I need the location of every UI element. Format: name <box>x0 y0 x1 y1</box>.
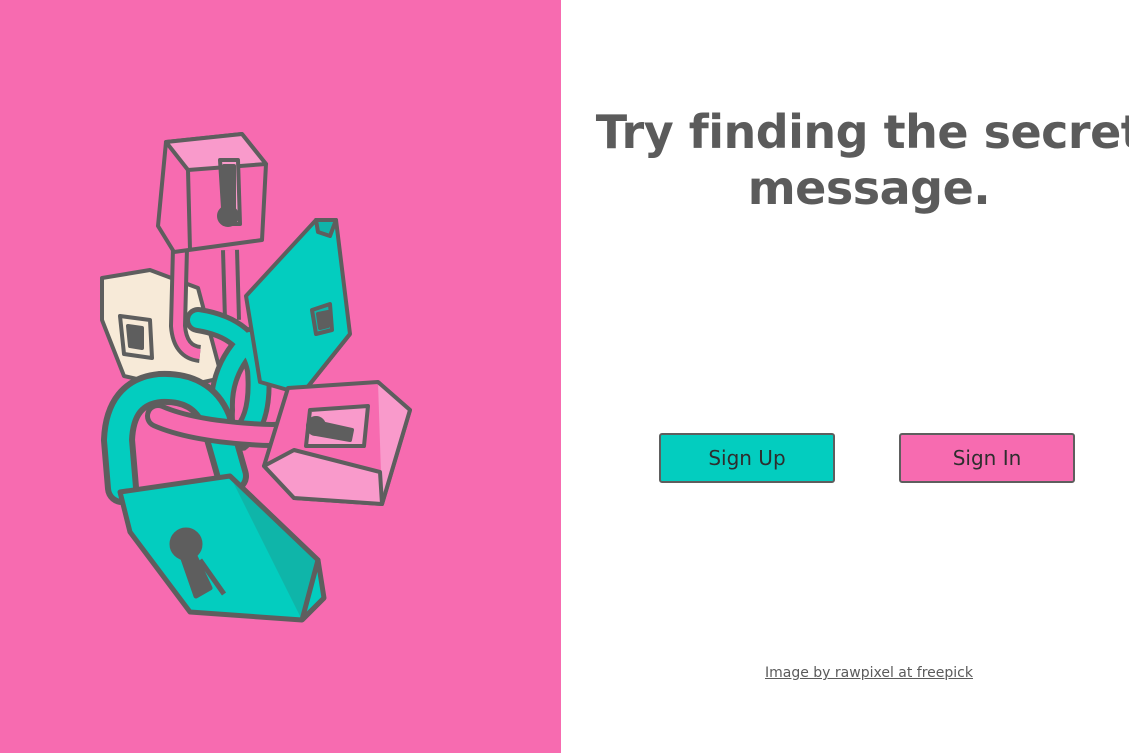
content-panel: Try finding the secret message. Sign Up … <box>561 0 1129 753</box>
image-credit-link[interactable]: Image by rawpixel at freepick <box>765 665 973 681</box>
page-title: Try finding the secret message. <box>595 105 1129 215</box>
sign-in-button[interactable]: Sign In <box>899 433 1075 483</box>
sign-up-button[interactable]: Sign Up <box>659 433 835 483</box>
padlocks-illustration-icon <box>100 132 412 623</box>
hero-image-panel <box>0 0 561 753</box>
page: Try finding the secret message. Sign Up … <box>0 0 1129 753</box>
